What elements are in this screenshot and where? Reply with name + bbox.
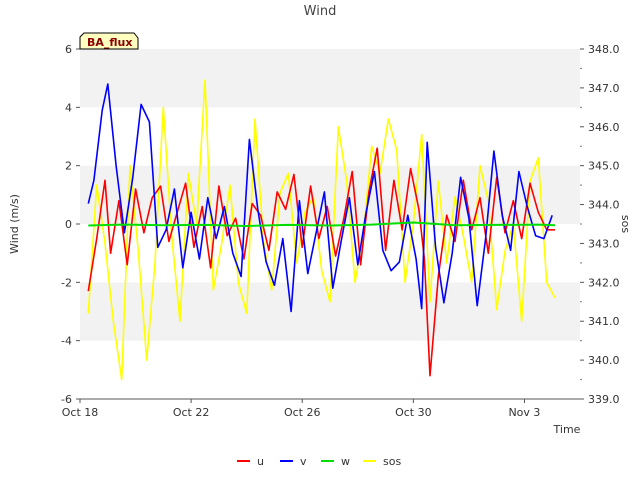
left-y-tick-label: -4 xyxy=(61,335,72,348)
legend-label-v: v xyxy=(300,455,307,468)
right-y-tick-label: 344.0 xyxy=(588,199,620,212)
left-y-axis: -6 -4 -2 0 2 4 6 xyxy=(61,43,80,406)
wind-chart: -6 -4 -2 0 2 4 6 339.0 340.0 341.0 342.0 343.0 344.… xyxy=(8,4,632,468)
right-y-tick-label: 340.0 xyxy=(588,354,620,367)
x-tick-label: Oct 18 xyxy=(62,406,99,419)
x-tick-label: Oct 26 xyxy=(284,406,321,419)
legend-label-w: w xyxy=(341,455,350,468)
left-y-tick-label: 6 xyxy=(65,43,72,56)
left-y-tick-label: 2 xyxy=(65,160,72,173)
x-axis-title: Time xyxy=(553,423,581,436)
right-y-tick-label: 347.0 xyxy=(588,82,620,95)
left-y-tick-label: -6 xyxy=(61,393,72,406)
chart-title: Wind xyxy=(304,4,337,19)
grid-band xyxy=(80,107,580,166)
legend-label-u: u xyxy=(257,455,264,468)
right-y-tick-label: 345.0 xyxy=(588,160,620,173)
ba-flux-badge: BA_flux xyxy=(79,32,139,50)
right-y-tick-label: 342.0 xyxy=(588,276,620,289)
left-y-tick-label: 0 xyxy=(65,218,72,231)
right-y-axis: 339.0 340.0 341.0 342.0 343.0 344.0 345.0 346.0… xyxy=(580,43,620,406)
left-y-tick-label: 4 xyxy=(65,101,72,114)
x-axis: Oct 18 Oct 22 Oct 26 Oct 30 Nov 3 xyxy=(62,398,580,419)
right-y-tick-label: 339.0 xyxy=(588,393,620,406)
x-tick-label: Oct 30 xyxy=(395,406,432,419)
badge-label: BA_flux xyxy=(87,36,132,49)
grid-band xyxy=(80,49,580,108)
x-tick-label: Oct 22 xyxy=(173,406,210,419)
x-tick-label: Nov 3 xyxy=(508,406,540,419)
left-y-tick-label: -2 xyxy=(61,276,72,289)
right-y-tick-label: 348.0 xyxy=(588,43,620,56)
legend-label-sos: sos xyxy=(383,455,401,468)
right-y-tick-label: 341.0 xyxy=(588,315,620,328)
right-y-axis-title: sos xyxy=(619,215,632,233)
right-y-tick-label: 343.0 xyxy=(588,237,620,250)
left-y-axis-title: Wind (m/s) xyxy=(8,194,21,254)
legend: u v w sos xyxy=(237,455,401,468)
grid-band xyxy=(80,340,580,399)
right-y-tick-label: 346.0 xyxy=(588,121,620,134)
